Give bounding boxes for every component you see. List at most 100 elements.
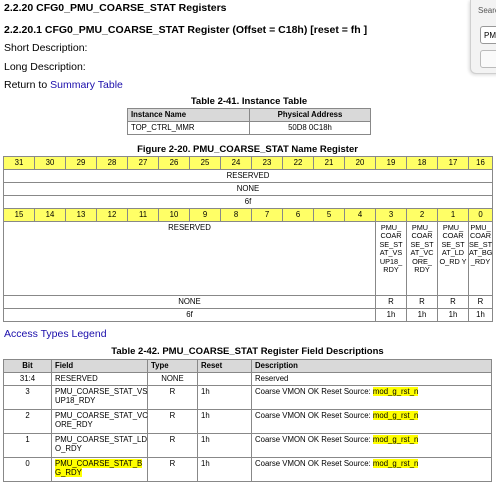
table-row: TOP_CTRL_MMR 50D8 0C18h — [127, 121, 371, 135]
search-input[interactable] — [480, 26, 496, 44]
upper-bit-22: 22 — [282, 156, 314, 170]
field-cell: RESERVED — [51, 372, 148, 386]
type-vcore-rdy: R — [406, 295, 438, 309]
lower-bit-13: 13 — [65, 208, 97, 222]
upper-bit-21: 21 — [313, 156, 345, 170]
bit-cell: 3 — [3, 385, 52, 410]
reset-vsup18-rdy: 1h — [375, 308, 407, 322]
table-row: 31:4 RESERVED NONE Reserved — [3, 372, 492, 386]
lower-bit-1: 1 — [437, 208, 469, 222]
lower-bit-0: 0 — [468, 208, 493, 222]
lower-bit-15: 15 — [3, 208, 35, 222]
search-match-highlight: PMU_COARSE_STAT_B G_RDY — [55, 459, 143, 477]
description-header: Description — [251, 359, 492, 373]
lower-bit-2: 2 — [406, 208, 438, 222]
lower-bit-7: 7 — [251, 208, 283, 222]
type-cell: R — [147, 409, 198, 434]
register-title: 2.2.20.1 CFG0_PMU_COARSE_STAT Register (… — [4, 24, 368, 36]
type-cell: R — [147, 433, 198, 458]
upper-field-reset: 6f — [3, 195, 493, 209]
lower-bit-numbers: 15 14 13 12 11 10 9 8 7 6 5 4 3 2 1 0 — [3, 208, 493, 222]
type-cell: NONE — [147, 372, 198, 386]
upper-bit-19: 19 — [375, 156, 407, 170]
field-cell: PMU_COARSE_STAT_LD O_RDY — [51, 433, 148, 458]
lower-field-name: RESERVED — [3, 221, 376, 296]
search-match-highlight: mod_g_rst_n — [372, 435, 419, 444]
description-cell: Coarse VMON OK Reset Source: mod_g_rst_n — [251, 409, 492, 434]
lower-bit-3: 3 — [375, 208, 407, 222]
description-text: Coarse VMON OK Reset Source: — [255, 411, 373, 420]
field-ldo-rdy: PMU_ COAR SE_ST AT_LD O_RD Y — [437, 221, 469, 296]
field-cell: PMU_COARSE_STAT_B G_RDY — [51, 457, 148, 482]
description-cell: Coarse VMON OK Reset Source: mod_g_rst_n — [251, 385, 492, 410]
upper-bit-29: 29 — [65, 156, 97, 170]
upper-bit-20: 20 — [344, 156, 376, 170]
lower-bit-9: 9 — [189, 208, 221, 222]
description-cell: Coarse VMON OK Reset Source: mod_g_rst_n — [251, 433, 492, 458]
field-cell: PMU_COARSE_STAT_VC ORE_RDY — [51, 409, 148, 434]
bit-cell: 1 — [3, 433, 52, 458]
upper-bit-24: 24 — [220, 156, 252, 170]
table-row: 0 PMU_COARSE_STAT_B G_RDY R 1h Coarse VM… — [3, 457, 492, 482]
field-vsup18-rdy: PMU_ COAR SE_ST AT_VS UP18_ RDY — [375, 221, 407, 296]
search-button[interactable] — [480, 50, 496, 68]
lower-bit-12: 12 — [96, 208, 128, 222]
lower-bit-5: 5 — [313, 208, 345, 222]
description-text: Coarse VMON OK Reset Source: — [255, 435, 373, 444]
return-line: Return to Summary Table — [4, 79, 123, 91]
description-cell: Reserved — [251, 372, 492, 386]
reset-cell: 1h — [197, 385, 252, 410]
bit-cell: 2 — [3, 409, 52, 434]
reset-bg-rdy: 1h — [468, 308, 493, 322]
search-label: Searc — [478, 6, 496, 15]
upper-bit-30: 30 — [34, 156, 66, 170]
field-table-caption: Table 2-42. PMU_COARSE_STAT Register Fie… — [111, 346, 384, 357]
instance-name-cell: TOP_CTRL_MMR — [127, 121, 250, 135]
reset-header: Reset — [197, 359, 252, 373]
access-types-legend-link[interactable]: Access Types Legend — [4, 328, 107, 340]
upper-bit-18: 18 — [406, 156, 438, 170]
field-cell: PMU_COARSE_STAT_VS UP18_RDY — [51, 385, 148, 410]
upper-bit-25: 25 — [189, 156, 221, 170]
reset-cell: 1h — [197, 433, 252, 458]
physical-address-header: Physical Address — [249, 108, 371, 122]
physical-address-cell: 50D8 0C18h — [249, 121, 371, 135]
upper-bit-26: 26 — [158, 156, 190, 170]
reset-ldo-rdy: 1h — [437, 308, 469, 322]
reset-cell: 1h — [197, 409, 252, 434]
lower-bit-11: 11 — [127, 208, 159, 222]
lower-bit-14: 14 — [34, 208, 66, 222]
lower-field-reset: 6f — [3, 308, 376, 322]
table-row: 1 PMU_COARSE_STAT_LD O_RDY R 1h Coarse V… — [3, 433, 492, 458]
short-description-label: Short Description: — [4, 42, 88, 54]
search-match-highlight: mod_g_rst_n — [372, 459, 419, 468]
upper-bit-31: 31 — [3, 156, 35, 170]
field-descriptions-table: Bit Field Type Reset Description 31:4 RE… — [3, 359, 492, 482]
field-bg-rdy: PMU_ COAR SE_ST AT_BG _RDY — [468, 221, 493, 296]
type-cell: R — [147, 457, 198, 482]
field-vcore-rdy: PMU_ COAR SE_ST AT_VC ORE_ RDY — [406, 221, 438, 296]
search-match-highlight: mod_g_rst_n — [372, 387, 419, 396]
table-row: 2 PMU_COARSE_STAT_VC ORE_RDY R 1h Coarse… — [3, 409, 492, 434]
register-figure-caption: Figure 2-20. PMU_COARSE_STAT Name Regist… — [137, 144, 358, 155]
instance-name-header: Instance Name — [127, 108, 250, 122]
lower-bit-8: 8 — [220, 208, 252, 222]
section-title: 2.2.20 CFG0_PMU_COARSE_STAT Registers — [4, 2, 227, 14]
reset-cell — [197, 372, 252, 386]
field-header: Field — [51, 359, 148, 373]
bit-cell: 31:4 — [3, 372, 52, 386]
long-description-label: Long Description: — [4, 61, 86, 73]
summary-table-link[interactable]: Summary Table — [50, 79, 123, 91]
description-text: Coarse VMON OK Reset Source: — [255, 387, 373, 396]
type-ldo-rdy: R — [437, 295, 469, 309]
lower-bit-6: 6 — [282, 208, 314, 222]
return-prefix: Return to — [4, 79, 51, 91]
table-row: 3 PMU_COARSE_STAT_VS UP18_RDY R 1h Coars… — [3, 385, 492, 410]
reset-vcore-rdy: 1h — [406, 308, 438, 322]
description-cell: Coarse VMON OK Reset Source: mod_g_rst_n — [251, 457, 492, 482]
type-bg-rdy: R — [468, 295, 493, 309]
instance-table-caption: Table 2-41. Instance Table — [190, 96, 308, 107]
type-vsup18-rdy: R — [375, 295, 407, 309]
register-bit-map: 31 30 29 28 27 26 25 24 23 22 21 20 19 18 17 16 RESERVE… — [3, 156, 493, 322]
lower-field-type: NONE — [3, 295, 376, 309]
